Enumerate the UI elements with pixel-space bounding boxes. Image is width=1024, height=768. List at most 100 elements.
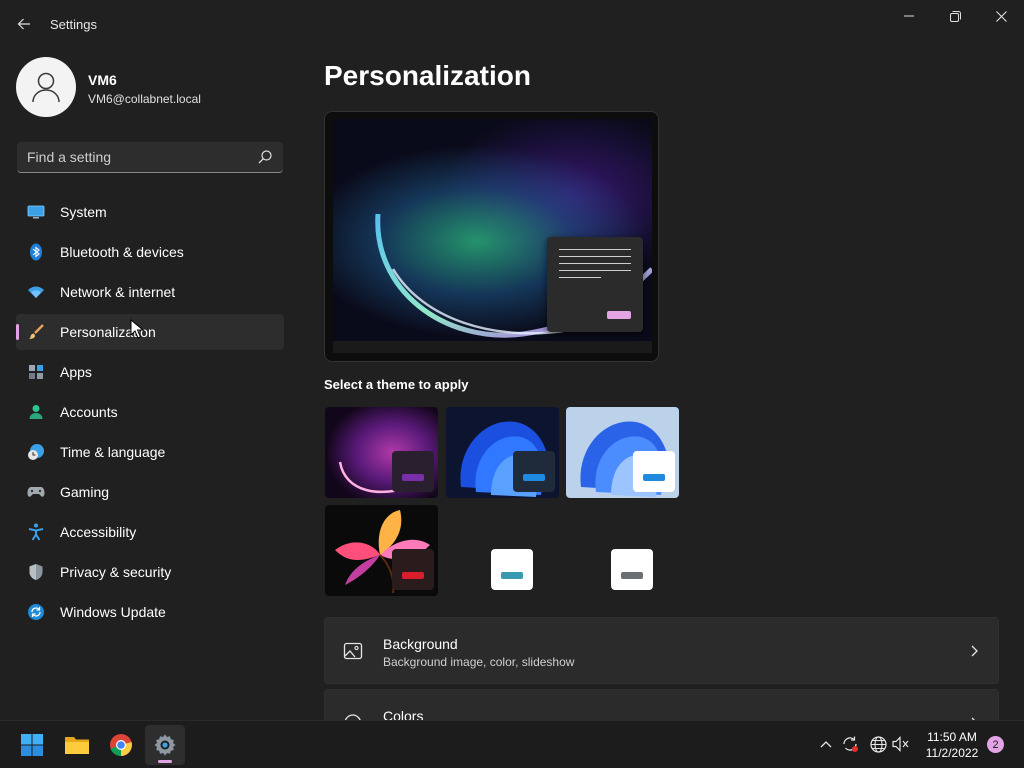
user-name: VM6 [88, 72, 117, 88]
minimize-icon [904, 15, 914, 17]
volume-muted-icon [892, 736, 909, 752]
search-input[interactable] [17, 142, 247, 172]
theme-window-preview [491, 549, 533, 590]
accessibility-icon [27, 523, 45, 541]
preview-taskbar [333, 341, 652, 353]
search-icon[interactable] [257, 149, 273, 165]
close-icon [995, 10, 1007, 22]
sidebar-item-accounts[interactable]: Accounts [16, 394, 284, 430]
preview-accent-button [607, 311, 631, 319]
chrome-button[interactable] [101, 725, 141, 765]
theme-tile-glow[interactable] [325, 407, 438, 498]
preview-window [547, 237, 643, 332]
notification-badge[interactable]: 2 [987, 736, 1004, 753]
user-email: VM6@collabnet.local [88, 92, 201, 106]
theme-window-preview [513, 451, 555, 492]
sidebar-item-personalization[interactable]: Personalization [16, 314, 284, 350]
colors-card[interactable]: Colors [324, 689, 999, 720]
themes-section-label: Select a theme to apply [324, 377, 469, 392]
theme-window-preview [392, 549, 434, 590]
back-button[interactable] [10, 10, 38, 38]
card-title: Colors [383, 708, 424, 720]
search-box[interactable] [17, 142, 283, 173]
apps-icon [27, 363, 45, 381]
card-subtitle: Background image, color, slideshow [383, 655, 575, 669]
sync-tray-button[interactable] [839, 733, 861, 755]
sidebar-item-label: Windows Update [60, 604, 166, 620]
person-icon [27, 403, 45, 421]
sidebar-item-label: System [60, 204, 107, 220]
sidebar-item-label: Privacy & security [60, 564, 172, 580]
sidebar-item-label: Network & internet [60, 284, 176, 300]
main-content: Personalization Select a theme to apply … [300, 48, 1024, 720]
back-arrow-icon [17, 18, 30, 30]
sidebar-item-time-language[interactable]: Time & language [16, 434, 284, 470]
nav-list: System Bluetooth & devices Network & int… [16, 194, 284, 634]
settings-button[interactable] [145, 725, 185, 765]
theme-window-preview [392, 451, 434, 492]
card-title: Background [383, 636, 458, 652]
settings-icon [154, 734, 176, 756]
start-icon [21, 734, 43, 756]
sync-icon [843, 736, 858, 752]
sidebar-item-windows-update[interactable]: Windows Update [16, 594, 284, 630]
sidebar-item-bluetooth[interactable]: Bluetooth & devices [16, 234, 284, 270]
file-explorer-icon [65, 737, 89, 754]
theme-preview [324, 111, 659, 362]
globe-icon [869, 735, 887, 753]
monitor-icon [27, 203, 45, 221]
theme-tile-bloom-dark[interactable] [446, 407, 559, 498]
close-button[interactable] [978, 4, 1024, 28]
palette-icon [344, 714, 361, 720]
sidebar-item-label: Time & language [60, 444, 166, 460]
sidebar: VM6 VM6@collabnet.local System Bluetooth… [0, 48, 300, 720]
sidebar-item-apps[interactable]: Apps [16, 354, 284, 390]
clock-time: 11:50 AM [927, 730, 977, 744]
wifi-icon [27, 283, 45, 301]
sidebar-item-label: Accessibility [60, 524, 137, 540]
network-tray-button[interactable] [867, 733, 889, 755]
sidebar-item-accessibility[interactable]: Accessibility [16, 514, 284, 550]
theme-window-preview [611, 549, 653, 590]
sidebar-item-label: Gaming [60, 484, 110, 500]
sidebar-item-network[interactable]: Network & internet [16, 274, 284, 310]
restore-icon [949, 10, 961, 22]
background-card[interactable]: Background Background image, color, slid… [324, 617, 999, 684]
mouse-cursor-icon [130, 319, 144, 339]
show-hidden-icons-button[interactable] [815, 733, 837, 755]
chrome-icon [110, 734, 132, 757]
page-title: Personalization [324, 60, 531, 91]
title-bar: Settings [0, 0, 1024, 48]
sidebar-item-label: Accounts [60, 404, 118, 420]
sidebar-item-system[interactable]: System [16, 194, 284, 230]
gamepad-icon [27, 483, 45, 501]
file-explorer-button[interactable] [57, 725, 97, 765]
clock-globe-icon [27, 443, 45, 461]
sidebar-item-label: Apps [60, 364, 92, 380]
minimize-button[interactable] [886, 4, 932, 28]
shield-icon [27, 563, 45, 581]
chevron-up-icon [820, 741, 832, 748]
sidebar-item-gaming[interactable]: Gaming [16, 474, 284, 510]
bluetooth-icon [27, 243, 45, 261]
update-icon [27, 603, 45, 621]
restore-button[interactable] [932, 4, 978, 28]
start-button[interactable] [12, 725, 52, 765]
sidebar-item-privacy-security[interactable]: Privacy & security [16, 554, 284, 590]
image-icon [343, 642, 363, 660]
app-title: Settings [50, 17, 97, 32]
theme-tile-flower[interactable] [325, 505, 438, 596]
paintbrush-icon [27, 323, 45, 341]
theme-tile-contrast-dark[interactable] [446, 505, 559, 596]
clock[interactable]: 11:50 AM 11/2/2022 [917, 729, 987, 761]
user-avatar-icon [32, 72, 60, 103]
sidebar-item-label: Bluetooth & devices [60, 244, 184, 260]
theme-tile-contrast-light[interactable] [566, 505, 679, 596]
theme-window-preview [633, 451, 675, 492]
taskbar: 11:50 AM 11/2/2022 2 [0, 720, 1024, 768]
avatar[interactable] [16, 57, 76, 117]
theme-tile-bloom-light[interactable] [566, 407, 679, 498]
clock-date: 11/2/2022 [925, 746, 979, 760]
volume-tray-button[interactable] [890, 733, 912, 755]
chevron-right-icon [971, 645, 978, 657]
